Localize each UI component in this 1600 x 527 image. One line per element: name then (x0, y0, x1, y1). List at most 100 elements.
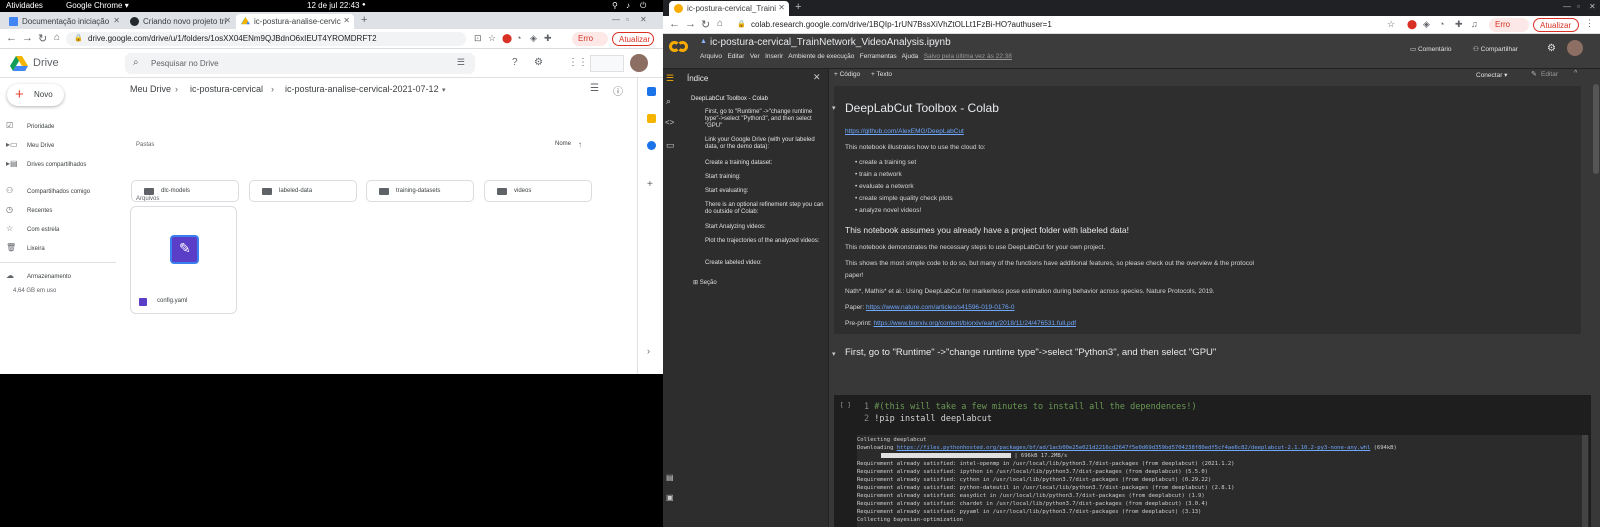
home-icon[interactable]: ⌂ (54, 32, 60, 43)
collapse-arrow-icon[interactable]: ▾ (832, 350, 836, 358)
terminal-icon[interactable]: ▣ (666, 493, 674, 502)
preprint-link[interactable]: https://www.biorxiv.org/content/biorxiv/… (874, 320, 1076, 327)
star-icon[interactable]: ☆ (932, 37, 940, 48)
toc-item[interactable]: Link your Google Drive (with your labele… (705, 137, 825, 151)
folder-training-datasets[interactable]: training-datasets (366, 180, 474, 202)
toc-item[interactable]: Create labeled video: (705, 260, 825, 267)
code-cell[interactable]: [ ] 1 #(this will take a few minutes to … (834, 395, 1591, 527)
volume-icon[interactable]: ♪ (626, 1, 630, 10)
toc-item[interactable]: Plot the trajectories of the analyzed vi… (705, 238, 825, 245)
reload-icon[interactable]: ↻ (38, 32, 47, 45)
saved-status[interactable]: Salvo pela última vez às 22:38 (924, 53, 1012, 60)
menu-ambiente[interactable]: Ambiente de execução (788, 53, 854, 60)
tab-github[interactable]: Criando novo projeto tri ✕ (125, 14, 235, 29)
folder-videos[interactable]: videos (484, 180, 592, 202)
breadcrumb-current[interactable]: ic-postura-analise-cervical-2021-07-12 (285, 84, 439, 94)
breadcrumb-ic-postura[interactable]: ic-postura-cervical (190, 84, 263, 94)
add-section-button[interactable]: ⊞ Seção (693, 280, 813, 287)
power-icon[interactable]: ⏻ (640, 1, 646, 11)
bookmark-star-icon[interactable]: ☆ (1387, 19, 1395, 30)
extension3-icon[interactable]: ◔ (1439, 19, 1444, 29)
close-icon[interactable]: ✕ (113, 16, 120, 25)
markdown-cell[interactable]: ▾ DeepLabCut Toolbox - Colab https://git… (832, 86, 1581, 334)
home-icon[interactable]: ⌂ (717, 18, 723, 29)
toc-item[interactable]: Start evaluating: (705, 188, 825, 195)
new-button[interactable]: + Novo (7, 84, 64, 106)
menu-arquivo[interactable]: Arquivo (700, 53, 722, 60)
menu-editar[interactable]: Editar (727, 53, 744, 60)
file-card-config-yaml[interactable]: ✎ config.yaml (130, 206, 237, 314)
maximize-icon[interactable]: ▫ (1577, 2, 1580, 11)
sort-by-name[interactable]: Nome (555, 141, 571, 147)
files-folder-icon[interactable]: ▭ (666, 140, 675, 151)
list-view-icon[interactable]: ☰ (590, 83, 599, 94)
notebook-scrollbar[interactable] (1593, 84, 1599, 174)
search-options-icon[interactable]: ☰ (457, 57, 465, 68)
puzzle-icon[interactable]: ✚ (1455, 19, 1463, 30)
code-snippets-icon[interactable]: <> (665, 118, 674, 127)
close-icon[interactable]: ✕ (224, 16, 231, 25)
share-button[interactable]: ⚇ Compartilhar (1473, 45, 1518, 53)
toc-item[interactable]: DeepLabCut Toolbox - Colab (691, 96, 811, 103)
forward-icon[interactable]: → (22, 32, 33, 44)
chevron-down-icon[interactable]: ▾ (442, 86, 446, 94)
tasks-icon[interactable] (647, 141, 656, 150)
help-icon[interactable]: ? (512, 57, 518, 68)
extension2-icon[interactable]: ◔ (516, 33, 521, 43)
sidebar-item-armazenamento[interactable]: ☁ Armazenamento (6, 271, 71, 280)
update-button[interactable]: Atualizar (1533, 18, 1579, 32)
maximize-icon[interactable]: ▫ (626, 15, 629, 24)
toc-item[interactable]: Start training: (705, 174, 825, 181)
reload-icon[interactable]: ↻ (701, 18, 710, 31)
sidebar-item-meu-drive[interactable]: ▸▭ Meu Drive (6, 140, 54, 149)
expand-panel-icon[interactable]: › (647, 346, 650, 356)
download-link[interactable]: https://files.pythonhosted.org/packages/… (897, 445, 1371, 451)
collapse-arrow-icon[interactable]: ▾ (832, 104, 836, 112)
back-icon[interactable]: ← (669, 18, 680, 30)
sidebar-item-com-estrela[interactable]: ☆ Com estrela (6, 224, 59, 233)
toc-item[interactable]: Create a training dataset: (705, 160, 825, 167)
avatar[interactable] (630, 54, 648, 72)
keep-icon[interactable] (647, 114, 656, 123)
activities-button[interactable]: Atividades (6, 1, 43, 10)
extension2-icon[interactable]: ◈ (1423, 19, 1430, 30)
address-bar[interactable]: 🔒 drive.google.com/drive/u/1/folders/1os… (66, 32, 466, 46)
new-tab-icon[interactable]: + (361, 14, 367, 26)
github-link[interactable]: https://github.com/AlexEMG/DeepLabCut (845, 128, 964, 135)
close-window-icon[interactable]: ✕ (640, 15, 647, 24)
sort-arrow-up-icon[interactable]: ↑ (578, 140, 582, 149)
tab-drive-folder[interactable]: ic-postura-analise-cervic ✕ (236, 14, 354, 29)
network-icon[interactable]: ⚲ (612, 1, 618, 10)
toc-icon[interactable]: ☰ (666, 73, 674, 84)
add-code-button[interactable]: + Código (834, 71, 860, 78)
info-icon[interactable]: ⓘ (613, 83, 623, 98)
drive-logo-icon[interactable] (10, 56, 28, 71)
settings-gear-icon[interactable]: ⚙ (1547, 43, 1556, 54)
new-tab-icon[interactable]: + (795, 1, 801, 13)
folder-labeled-data[interactable]: labeled-data (249, 180, 357, 202)
close-icon[interactable]: ✕ (778, 3, 785, 12)
add-addon-icon[interactable]: + (647, 179, 653, 190)
colab-logo-icon[interactable] (669, 41, 689, 53)
menu-ferramentas[interactable]: Ferramentas (860, 53, 897, 60)
extension3-icon[interactable]: ◈ (530, 33, 537, 44)
tab-documentacao[interactable]: Documentação iniciação ✕ (4, 14, 124, 29)
paper-link[interactable]: https://www.nature.com/articles/s41596-0… (866, 304, 1015, 311)
folder-dlc-models[interactable]: dlc-models (131, 180, 239, 202)
bookmark-star-icon[interactable]: ☆ (488, 33, 496, 44)
run-cell-button[interactable]: [ ] (840, 402, 851, 409)
app-menu[interactable]: Google Chrome ▾ (66, 1, 129, 10)
menu-dots-icon[interactable]: ⋮ (1585, 18, 1594, 29)
sidebar-item-lixeira[interactable]: 🗑 Lixeira (6, 243, 45, 252)
close-icon[interactable]: ✕ (343, 16, 350, 25)
minimize-icon[interactable]: — (612, 15, 620, 24)
toc-item[interactable]: There is an optional refinement step you… (705, 202, 825, 216)
close-icon[interactable]: ✕ (813, 72, 821, 83)
search-icon[interactable]: ⌕ (666, 96, 671, 107)
connect-button[interactable]: Conectar ▾ (1476, 71, 1507, 79)
profile-error-chip[interactable]: Erro (1489, 18, 1529, 32)
back-icon[interactable]: ← (6, 32, 17, 44)
profile-error-chip[interactable]: Erro (572, 32, 608, 46)
edit-pen-icon[interactable]: ✎ (1531, 70, 1537, 78)
breadcrumb-meu-drive[interactable]: Meu Drive (130, 84, 171, 94)
